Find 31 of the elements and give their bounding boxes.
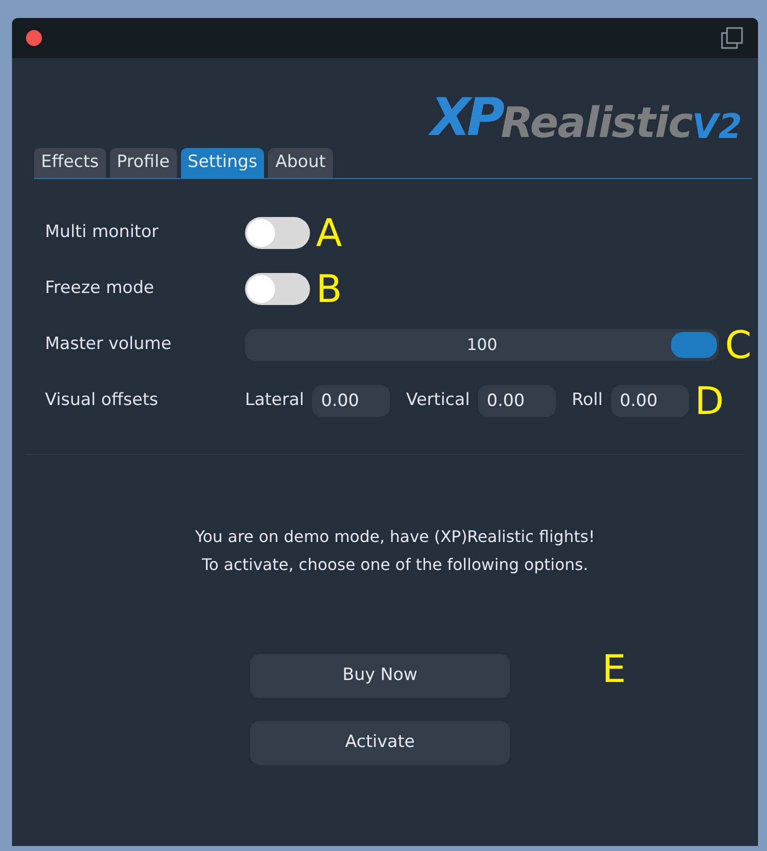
close-button[interactable]	[26, 30, 42, 46]
popout-icon[interactable]	[720, 26, 744, 50]
action-button[interactable]: Buy Now	[250, 654, 510, 698]
setting-label: Freeze mode	[45, 277, 156, 300]
setting-label: Master volume	[45, 333, 172, 356]
volume-slider[interactable]: 100	[245, 329, 719, 361]
setting-label: Visual offsets	[45, 389, 160, 412]
slider-value: 100	[466, 334, 498, 356]
offset-label: Roll	[572, 389, 603, 412]
demo-message: You are on demo mode, have (XP)Realistic flights!	[195, 526, 595, 548]
offset-field[interactable]: 0.00	[312, 385, 390, 417]
annotation-letter: A	[316, 214, 342, 252]
demo-message: To activate, choose one of the following options.	[202, 554, 588, 576]
annotation-letter: C	[725, 326, 752, 364]
annotation-letter: D	[694, 382, 724, 420]
offset-field[interactable]: 0.00	[478, 385, 556, 417]
tab[interactable]: About	[268, 148, 333, 178]
tab[interactable]: Profile	[110, 148, 177, 178]
toggle-switch[interactable]	[245, 273, 310, 305]
annotation-letter: B	[316, 270, 342, 308]
action-button[interactable]: Activate	[250, 721, 510, 765]
app-logo: XPRealisticV2	[430, 84, 742, 144]
offset-field[interactable]: 0.00	[610, 385, 689, 417]
tab[interactable]: Settings	[180, 148, 264, 178]
toggle-switch[interactable]	[245, 217, 310, 249]
slider-thumb[interactable]	[671, 332, 717, 358]
offset-label: Lateral	[245, 389, 304, 412]
setting-label: Multi monitor	[45, 221, 160, 244]
offset-label: Vertical	[406, 389, 470, 412]
tab[interactable]: Effects	[34, 148, 106, 178]
annotation-letter: E	[602, 650, 626, 688]
